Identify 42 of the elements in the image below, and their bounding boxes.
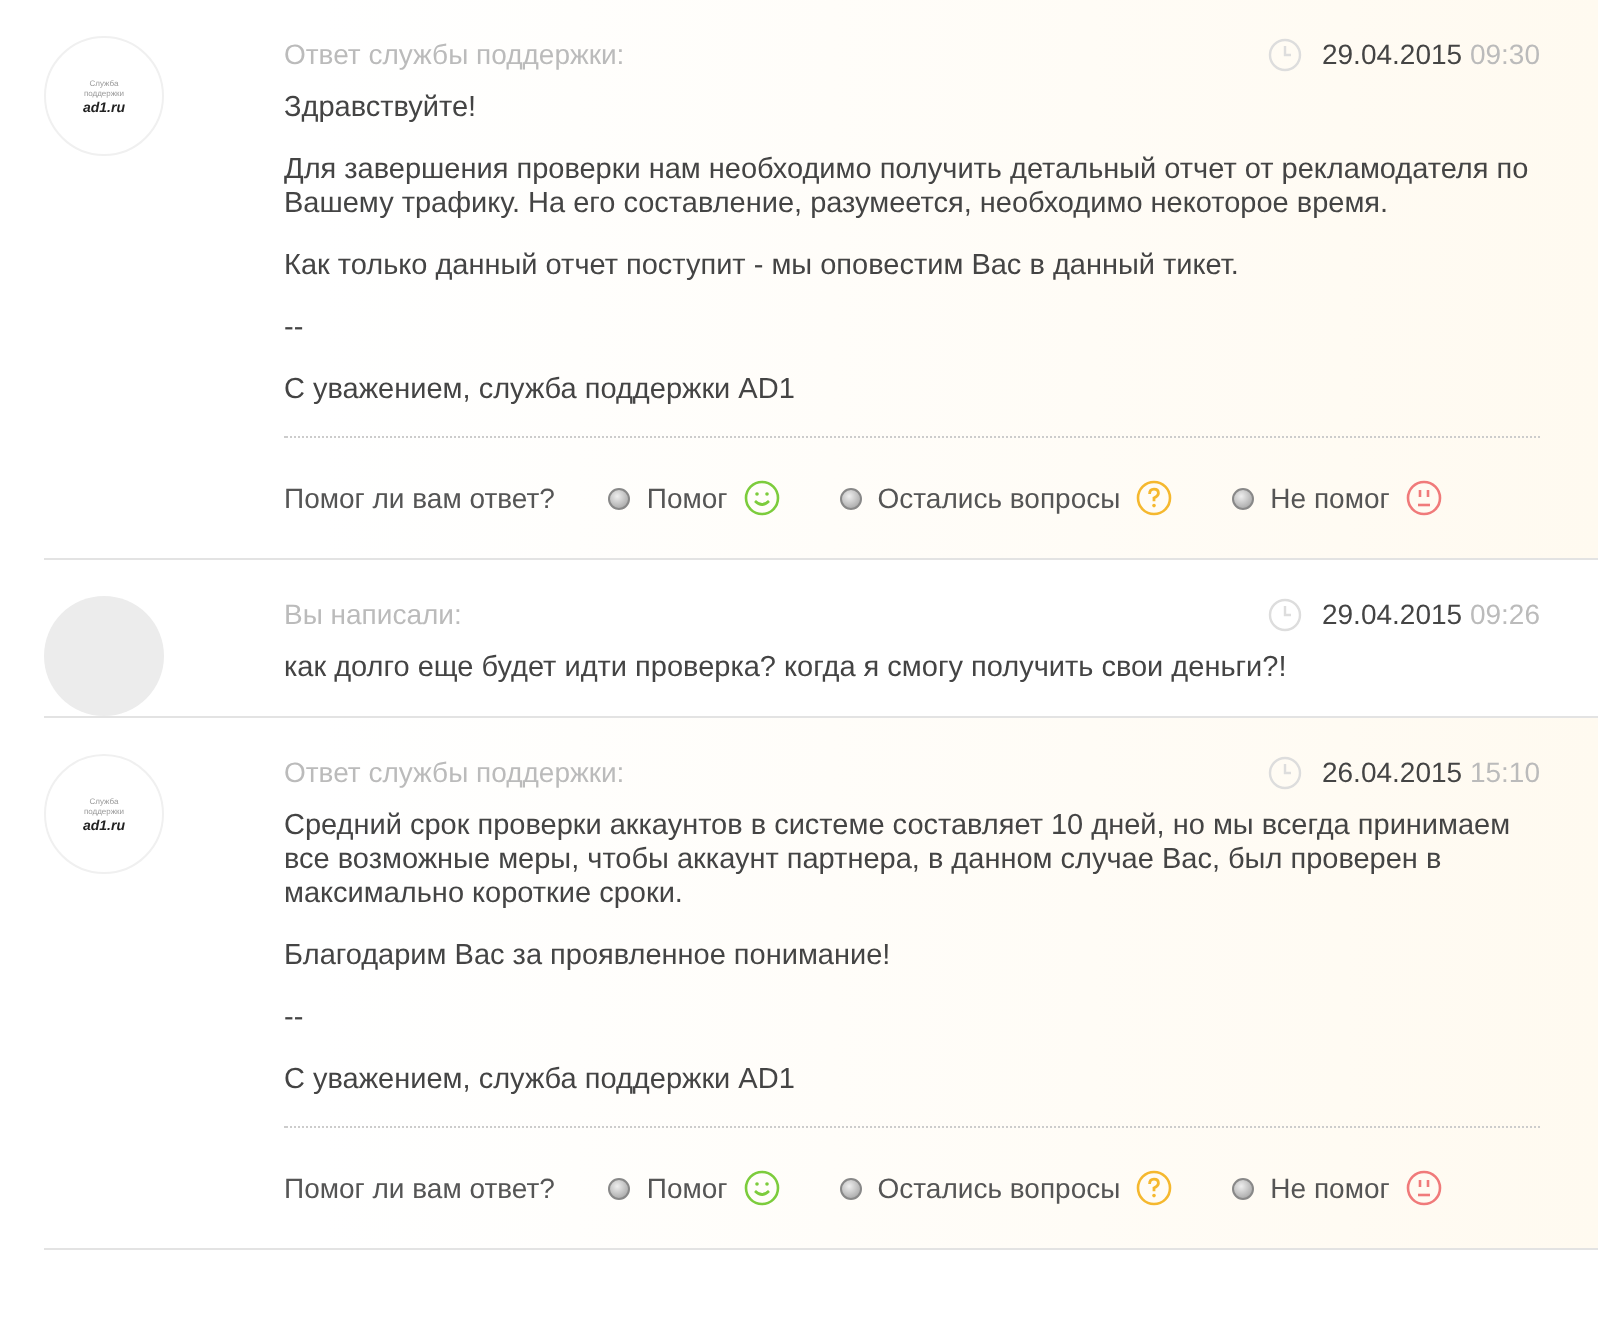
author-label: Вы написали: [284,598,462,630]
feedback-option-label[interactable]: Помог [646,1172,728,1204]
message-time: 15:10 [1469,756,1540,788]
message-paragraph: -- [284,312,306,346]
clock-icon [1267,755,1302,789]
message-paragraph: Здравствуйте! [284,92,479,126]
radio-button[interactable] [608,1177,631,1199]
message-paragraph: Благодарим Вас за проявленное понимание! [284,940,893,974]
feedback-option-label[interactable]: Остались вопросы [877,1172,1121,1204]
message-paragraph: Как только данный отчет поступит - мы оповестим Вас в данный тикет. [284,250,1241,284]
message-time: 09:26 [1469,598,1540,630]
radio-button[interactable] [839,1177,862,1199]
smiley-icon [743,1170,780,1206]
radio-button[interactable] [1232,487,1255,509]
radio-button[interactable] [1232,1177,1255,1199]
message-date: 26.04.2015 [1321,756,1463,788]
clock-icon [1267,37,1302,71]
radio-button[interactable] [608,487,631,509]
feedback-option-label[interactable]: Помог [646,482,728,514]
neutral-face-icon [1405,1170,1442,1206]
smiley-icon [743,480,780,516]
message-paragraph: как долго еще будет идти проверка? когда я смогу получить свои деньги?! [284,652,1289,686]
message-paragraph: С уважением, служба поддержки AD1 [284,1064,797,1098]
neutral-face-icon [1405,480,1442,516]
question-icon [1136,480,1173,516]
feedback-question: Помог ли вам ответ? [284,1172,555,1204]
feedback-question: Помог ли вам ответ? [284,482,555,514]
question-icon [1136,1170,1173,1206]
radio-button[interactable] [839,487,862,509]
message-time: 09:30 [1469,38,1540,70]
clock-icon [1267,597,1302,631]
feedback-option-label[interactable]: Остались вопросы [877,482,1121,514]
message-paragraph: -- [284,1002,306,1036]
message-paragraph: С уважением, служба поддержки AD1 [284,374,797,408]
message-date: 29.04.2015 [1321,38,1463,70]
feedback-option-label[interactable]: Не помог [1270,482,1390,514]
author-label: Ответ службы поддержки: [284,38,625,70]
author-label: Ответ службы поддержки: [284,756,625,788]
message-date: 29.04.2015 [1321,598,1463,630]
message-paragraph: Средний срок проверки аккаунтов в системе составляет 10 дней, но мы всегда принимаем все возможные меры, чтобы аккаунт партнера, в данном случае Вас, был проверен в максимально короткие сроки. [284,810,1513,912]
message-paragraph: Для завершения проверки нам необходимо получить детальный отчет от рекламодателя по Вашему трафику. На его составление, разумеется, необходимо некоторое время. [284,154,1531,222]
feedback-option-label[interactable]: Не помог [1270,1172,1390,1204]
